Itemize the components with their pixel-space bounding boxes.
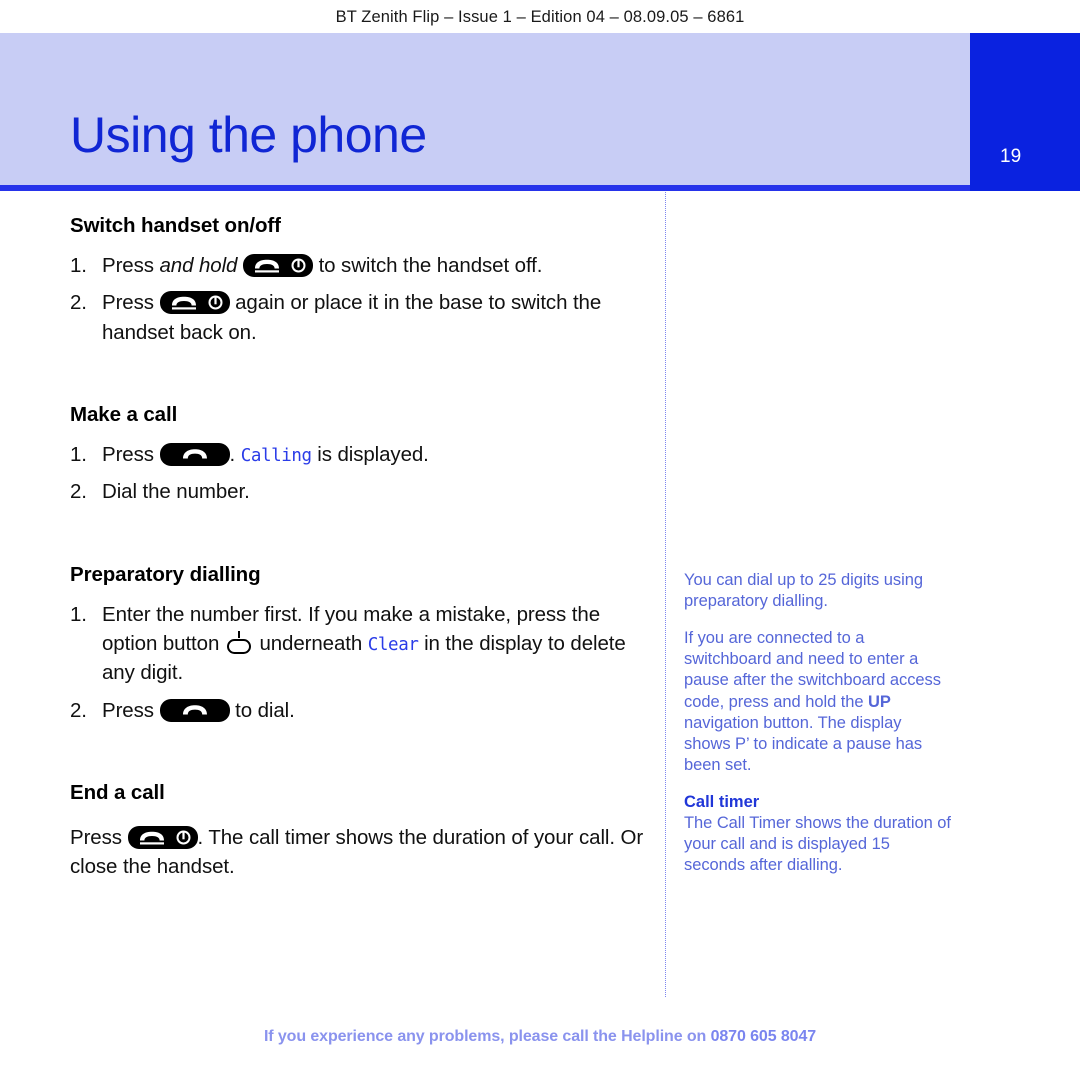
section-heading-make-a-call: Make a call — [70, 402, 178, 426]
talk-key-icon — [159, 698, 230, 722]
talk-power-key-icon — [159, 291, 230, 315]
step-text-after: is displayed. — [311, 442, 429, 466]
page-title: Using the phone — [70, 107, 427, 163]
handset-glyph — [182, 704, 207, 714]
lcd-label-clear: Clear — [367, 634, 419, 655]
talk-power-key-icon — [127, 825, 198, 849]
paragraph-text-before: Press — [70, 825, 128, 849]
running-head: BT Zenith Flip – Issue 1 – Edition 04 – … — [335, 8, 745, 26]
section-heading-switch-handset: Switch handset on/off — [70, 214, 281, 237]
step-number: 1. — [70, 602, 87, 626]
step-text-after: to switch the handset off. — [312, 254, 543, 277]
handset-glyph — [254, 259, 279, 273]
footer-text: If you experience any problems, please c… — [263, 1028, 711, 1045]
list-item: 2. Press again or place it in the base t… — [70, 288, 655, 347]
talk-power-key-icon — [242, 254, 313, 277]
step-number: 2. — [70, 698, 87, 722]
paragraph-end-a-call: Press . The call timer shows the duratio… — [70, 823, 655, 882]
column-divider — [665, 192, 666, 997]
lcd-label-calling: Calling — [240, 445, 312, 466]
step-number: 2. — [70, 291, 87, 315]
page-number-block — [970, 33, 1080, 191]
manual-page: BT Zenith Flip – Issue 1 – Edition 04 – … — [0, 0, 1080, 1068]
handset-glyph — [171, 297, 196, 310]
step-text-before: Press — [102, 291, 160, 315]
step-text: Dial the number. — [102, 480, 250, 504]
sidebar-note-1: You can dial up to 25 digits using prepa… — [684, 571, 923, 611]
handset-glyph — [182, 449, 207, 459]
sidebar-note-2-part1: If you are connected to a switchboard an… — [684, 629, 941, 711]
list-item: 2. Dial the number. — [70, 477, 655, 506]
section-heading-preparatory-dialling: Preparatory dialling — [70, 562, 261, 586]
banner-rule — [0, 185, 970, 191]
step-text-before: Press — [102, 254, 160, 277]
step-number: 1. — [70, 254, 87, 277]
step-number: 2. — [70, 480, 87, 504]
sidebar-note-2-bold: UP — [868, 692, 891, 711]
step-number: 1. — [70, 442, 87, 466]
steps-switch-handset: 1. Press and hold to switch the handset … — [70, 251, 655, 347]
option-key-tick — [237, 630, 241, 638]
steps-preparatory-dialling: 1. Enter the number first. If you make a… — [70, 600, 655, 725]
step-text-mid: . — [229, 442, 241, 466]
option-key-oval — [226, 638, 251, 654]
sidebar-note-2: If you are connected to a switchboard an… — [684, 628, 952, 776]
option-key-icon — [226, 630, 251, 654]
page-number: 19 — [1000, 146, 1022, 167]
footer-helpline: If you experience any problems, please c… — [0, 1028, 1080, 1046]
power-glyph — [291, 258, 306, 273]
sidebar-notes: You can dial up to 25 digits using prepa… — [684, 570, 952, 876]
handset-glyph — [139, 831, 164, 845]
main-column: Switch handset on/off 1. Press and hold … — [70, 214, 655, 881]
step-text-before: Press — [102, 698, 160, 722]
sidebar-heading-call-timer: Call timer — [684, 792, 760, 811]
sidebar-note-call-timer: The Call Timer shows the duration of you… — [684, 814, 951, 875]
list-item: 1. Press . Calling is displayed. — [70, 440, 655, 469]
step-text-after: to dial. — [229, 698, 295, 722]
list-item: 2. Press to dial. — [70, 696, 655, 725]
sidebar-note-2-part2: navigation button. The display shows P’ … — [684, 713, 923, 774]
list-item: 1. Enter the number first. If you make a… — [70, 600, 655, 688]
step-text-before: Press — [102, 442, 160, 466]
talk-key-icon — [159, 442, 230, 466]
power-glyph — [176, 830, 190, 845]
power-glyph — [208, 295, 222, 310]
list-item: 1. Press and hold to switch the handset … — [70, 251, 655, 280]
step-text-italic: and hold — [159, 254, 238, 277]
section-heading-end-a-call: End a call — [70, 780, 165, 804]
steps-make-a-call: 1. Press . Calling is displayed. 2. Dial… — [70, 440, 655, 507]
step-text-mid: underneath — [253, 631, 368, 655]
footer-phone-number: 0870 605 8047 — [710, 1028, 817, 1045]
